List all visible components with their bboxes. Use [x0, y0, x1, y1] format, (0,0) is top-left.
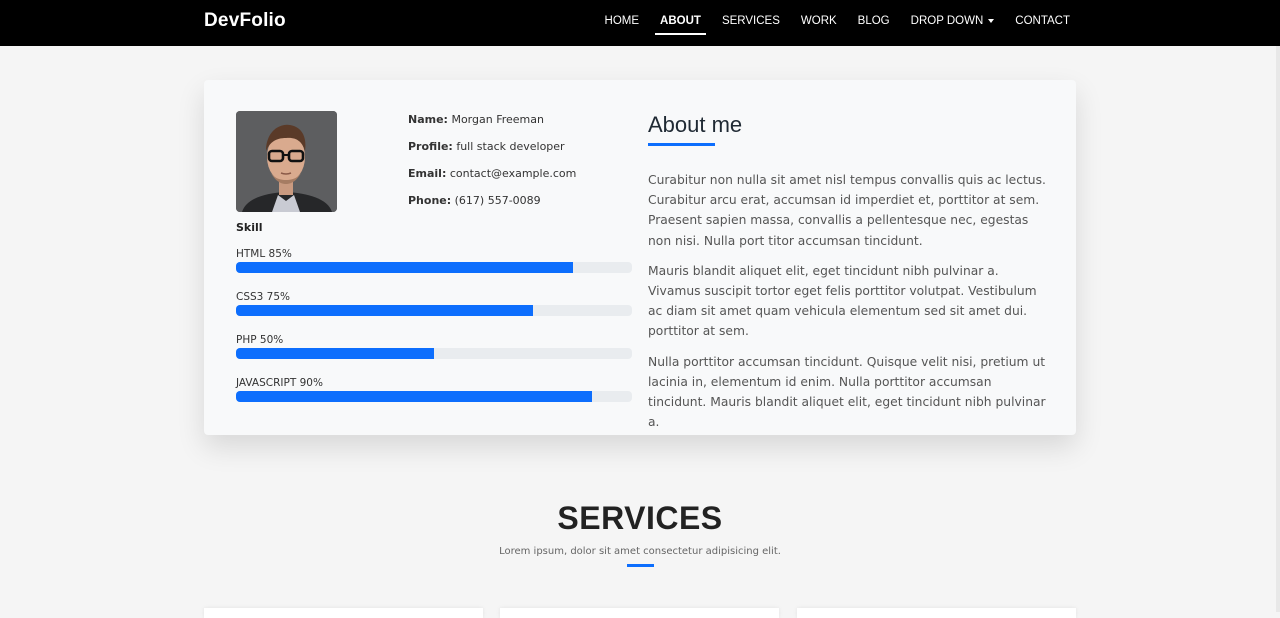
service-card[interactable]: [797, 608, 1076, 618]
nav-contact[interactable]: CONTACT: [1015, 0, 1070, 46]
skill-html: HTML 85%: [236, 248, 632, 291]
info-phone: Phone: (617) 557-0089: [408, 194, 576, 221]
skill-label: CSS3 75%: [236, 291, 291, 303]
info-email: Email: contact@example.com: [408, 167, 576, 194]
about-text: Curabitur non nulla sit amet nisl tempus…: [648, 170, 1048, 432]
about-card: Name: Morgan Freeman Profile: full stack…: [204, 80, 1076, 435]
progress-track: [236, 391, 632, 402]
skills-list: HTML 85% CSS3 75% PHP 50% JAVASCRIPT 90%: [236, 248, 632, 420]
brand-logo[interactable]: DevFolio: [204, 10, 286, 32]
services-underline: [627, 564, 654, 567]
nav-dropdown[interactable]: DROP DOWN: [911, 0, 995, 46]
info-name: Name: Morgan Freeman: [408, 113, 576, 140]
progress-track: [236, 348, 632, 359]
nav-about[interactable]: ABOUT: [655, 0, 706, 46]
progress-fill: [236, 348, 434, 359]
avatar: [236, 111, 337, 212]
services-subtitle: Lorem ipsum, dolor sit amet consectetur …: [499, 546, 781, 557]
info-profile-value: full stack developer: [456, 140, 565, 153]
about-paragraph: Mauris blandit aliquet elit, eget tincid…: [648, 263, 1037, 339]
info-phone-value: (617) 557-0089: [454, 194, 541, 207]
service-card[interactable]: [204, 608, 483, 618]
avatar-photo: [236, 111, 337, 212]
about-paragraph: Nulla porttitor accumsan tincidunt. Quis…: [648, 354, 1046, 430]
nav-work[interactable]: WORK: [801, 0, 837, 46]
nav-services[interactable]: SERVICES: [722, 0, 780, 46]
info-email-value: contact@example.com: [449, 167, 577, 180]
info-profile-label: Profile:: [408, 140, 453, 153]
caret-down-icon: [988, 18, 995, 23]
skill-javascript: JAVASCRIPT 90%: [236, 377, 632, 420]
info-phone-label: Phone:: [408, 194, 452, 207]
about-paragraph: Curabitur non nulla sit amet nisl tempus…: [648, 173, 1046, 248]
info-name-label: Name:: [408, 113, 448, 126]
skill-css3: CSS3 75%: [236, 291, 632, 334]
progress-fill: [236, 262, 573, 273]
info-profile: Profile: full stack developer: [408, 140, 576, 167]
skill-label: PHP 50%: [236, 334, 284, 346]
about-section: About me Curabitur non nulla sit amet ni…: [648, 112, 1048, 442]
title-underline: [648, 143, 715, 146]
skill-php: PHP 50%: [236, 334, 632, 377]
skill-heading: Skill: [236, 221, 263, 234]
progress-track: [236, 262, 632, 273]
nav-blog[interactable]: BLOG: [858, 0, 890, 46]
profile-info: Name: Morgan Freeman Profile: full stack…: [408, 113, 576, 221]
progress-fill: [236, 305, 533, 316]
nav-home[interactable]: HOME: [605, 0, 640, 46]
progress-fill: [236, 391, 593, 402]
navbar: DevFolio HOME ABOUT SERVICES WORK BLOG D…: [0, 0, 1280, 46]
progress-track: [236, 305, 632, 316]
nav-menu: HOME ABOUT SERVICES WORK BLOG DROP DOWN …: [584, 0, 1070, 46]
info-email-label: Email:: [408, 167, 447, 180]
nav-dropdown-label: DROP DOWN: [910, 15, 984, 27]
services-title: SERVICES: [557, 500, 723, 536]
info-name-value: Morgan Freeman: [451, 113, 544, 126]
service-card[interactable]: [500, 608, 779, 618]
skill-label: HTML 85%: [236, 248, 292, 260]
skill-label: JAVASCRIPT 90%: [236, 377, 323, 389]
about-title: About me: [648, 112, 743, 137]
